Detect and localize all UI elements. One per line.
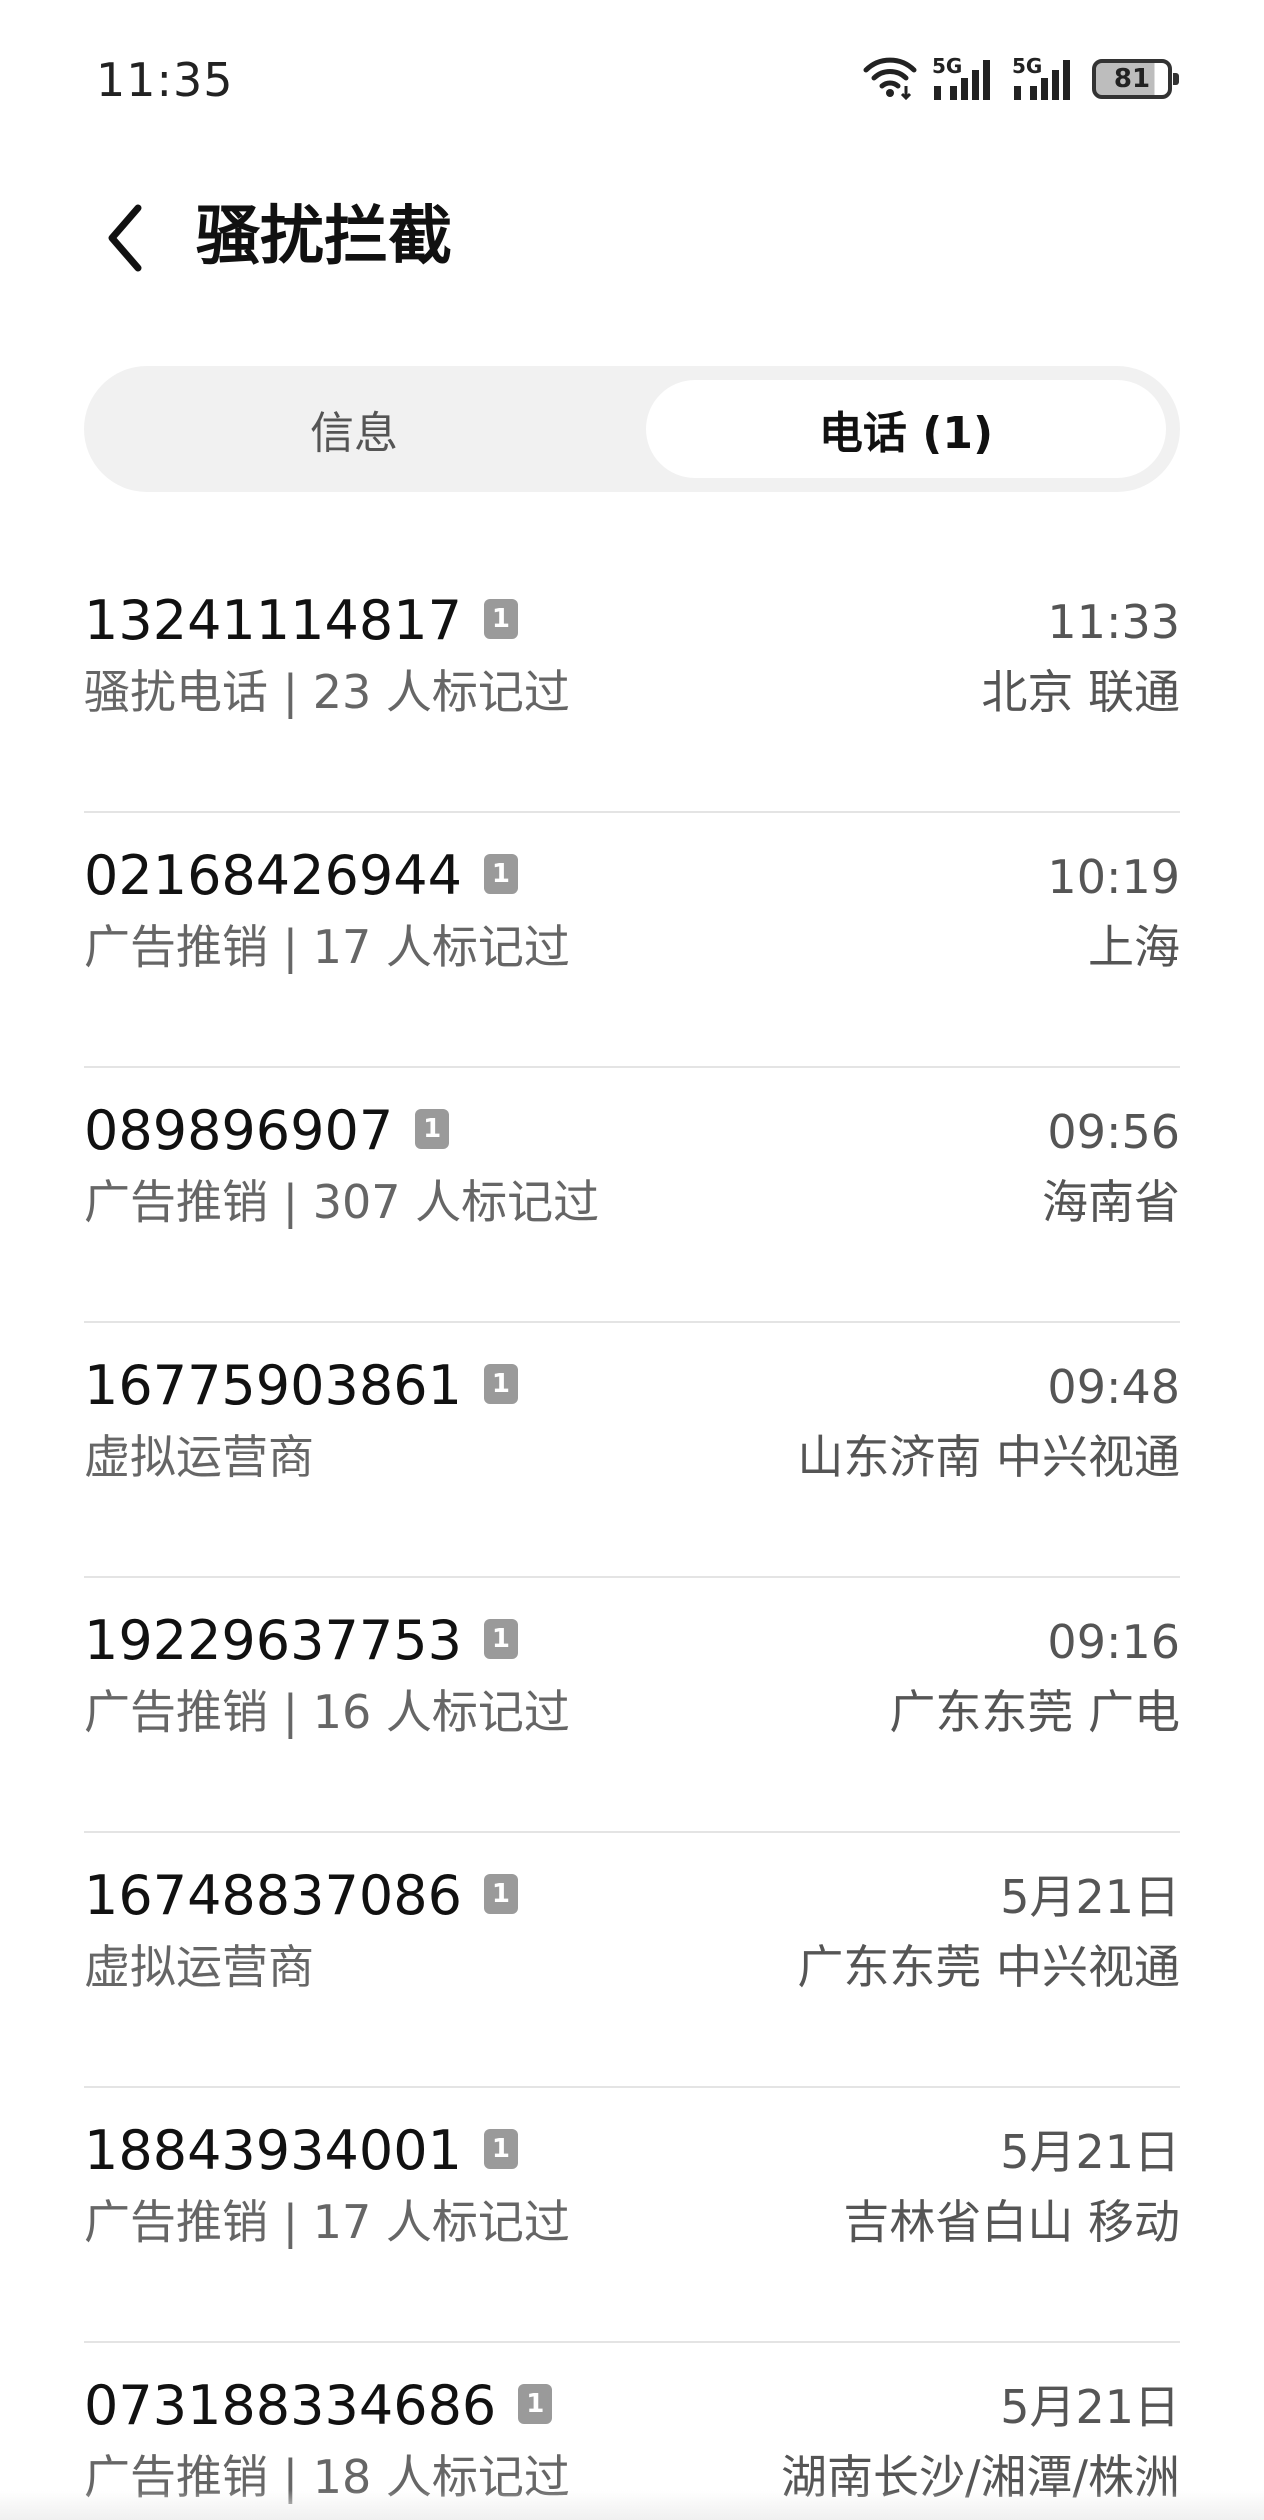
call-time: 09:16 (1047, 1615, 1180, 1669)
screen: 11:35 5G 5G 81 骚扰拦截 信息 电话 (1) 1324111481… (0, 0, 1264, 2520)
phone-number: 16775903861 1 (84, 1353, 518, 1419)
phone-number-text: 16748837086 (84, 1864, 462, 1927)
call-tag: 广告推销 | 307 人标记过 (84, 1175, 600, 1229)
sim-badge-icon: 1 (483, 2129, 518, 2169)
list-item[interactable]: 16775903861 1 09:48 虚拟运营商 山东济南 中兴视通 (84, 1323, 1180, 1578)
phone-number: 19229637753 1 (84, 1608, 518, 1674)
call-location: 北京 联通 (981, 665, 1180, 719)
phone-number-text: 02168426944 (84, 844, 462, 907)
phone-number-text: 18843934001 (84, 2119, 462, 2182)
call-tag: 广告推销 | 17 人标记过 (84, 2195, 570, 2249)
call-location: 吉林省白山 移动 (843, 2195, 1180, 2249)
list-item[interactable]: 19229637753 1 09:16 广告推销 | 16 人标记过 广东东莞 … (84, 1578, 1180, 1833)
phone-number: 13241114817 1 (84, 588, 518, 654)
phone-number-text: 073188334686 (84, 2374, 497, 2437)
call-time: 10:19 (1047, 850, 1180, 904)
blocked-call-list: 13241114817 1 11:33 骚扰电话 | 23 人标记过 北京 联通… (84, 558, 1180, 2520)
list-item[interactable]: 13241114817 1 11:33 骚扰电话 | 23 人标记过 北京 联通 (84, 558, 1180, 813)
phone-number: 073188334686 1 (84, 2373, 553, 2439)
bottom-fade (0, 2490, 1264, 2520)
list-item[interactable]: 02168426944 1 10:19 广告推销 | 17 人标记过 上海 (84, 813, 1180, 1068)
header: 骚扰拦截 (0, 170, 1264, 300)
status-bar: 11:35 5G 5G 81 (0, 0, 1264, 160)
phone-number: 18843934001 1 (84, 2118, 518, 2184)
call-time: 5月21日 (1000, 1870, 1180, 1924)
call-location: 上海 (1088, 920, 1180, 974)
call-location: 广东东莞 中兴视通 (797, 1940, 1180, 1994)
call-location: 广东东莞 广电 (889, 1685, 1180, 1739)
call-tag: 虚拟运营商 (84, 1430, 314, 1484)
phone-number-text: 16775903861 (84, 1354, 462, 1417)
status-icons: 5G 5G 81 (862, 54, 1179, 104)
battery-icon: 81 (1092, 59, 1179, 99)
list-item[interactable]: 18843934001 1 5月21日 广告推销 | 17 人标记过 吉林省白山… (84, 2088, 1180, 2343)
call-time: 5月21日 (1000, 2380, 1180, 2434)
page-title: 骚扰拦截 (196, 200, 452, 274)
phone-number: 089896907 1 (84, 1098, 450, 1164)
back-button[interactable] (84, 198, 164, 278)
sim1-signal: 5G (932, 56, 998, 102)
wifi-icon (862, 54, 918, 104)
call-tag: 广告推销 | 17 人标记过 (84, 920, 570, 974)
sim-badge-icon: 1 (518, 2384, 553, 2424)
list-item[interactable]: 16748837086 1 5月21日 虚拟运营商 广东东莞 中兴视通 (84, 1833, 1180, 2088)
phone-number-text: 13241114817 (84, 589, 462, 652)
status-time: 11:35 (96, 53, 234, 107)
call-time: 09:48 (1047, 1360, 1180, 1414)
sim-badge-icon: 1 (483, 1619, 518, 1659)
sim-badge-icon: 1 (483, 599, 518, 639)
call-location: 山东济南 中兴视通 (797, 1430, 1180, 1484)
sim2-network-label: 5G (1012, 54, 1043, 78)
sim1-network-label: 5G (932, 54, 963, 78)
battery-level: 81 (1113, 64, 1151, 94)
phone-number-text: 19229637753 (84, 1609, 462, 1672)
tab-messages[interactable]: 信息 (94, 380, 614, 478)
phone-number-text: 089896907 (84, 1099, 394, 1162)
sim-badge-icon: 1 (483, 854, 518, 894)
phone-number: 02168426944 1 (84, 843, 518, 909)
call-time: 09:56 (1047, 1105, 1180, 1159)
call-time: 5月21日 (1000, 2125, 1180, 2179)
sim-badge-icon: 1 (483, 1874, 518, 1914)
sim2-signal: 5G (1012, 56, 1078, 102)
tab-bar: 信息 电话 (1) (84, 366, 1180, 492)
back-arrow-icon (108, 204, 142, 272)
tab-calls[interactable]: 电话 (1) (646, 380, 1166, 478)
call-tag: 骚扰电话 | 23 人标记过 (84, 665, 570, 719)
call-time: 11:33 (1047, 595, 1180, 649)
sim-badge-icon: 1 (415, 1109, 450, 1149)
sim-badge-icon: 1 (483, 1364, 518, 1404)
call-tag: 虚拟运营商 (84, 1940, 314, 1994)
call-tag: 广告推销 | 16 人标记过 (84, 1685, 570, 1739)
list-item[interactable]: 089896907 1 09:56 广告推销 | 307 人标记过 海南省 (84, 1068, 1180, 1323)
call-location: 海南省 (1042, 1175, 1180, 1229)
phone-number: 16748837086 1 (84, 1863, 518, 1929)
